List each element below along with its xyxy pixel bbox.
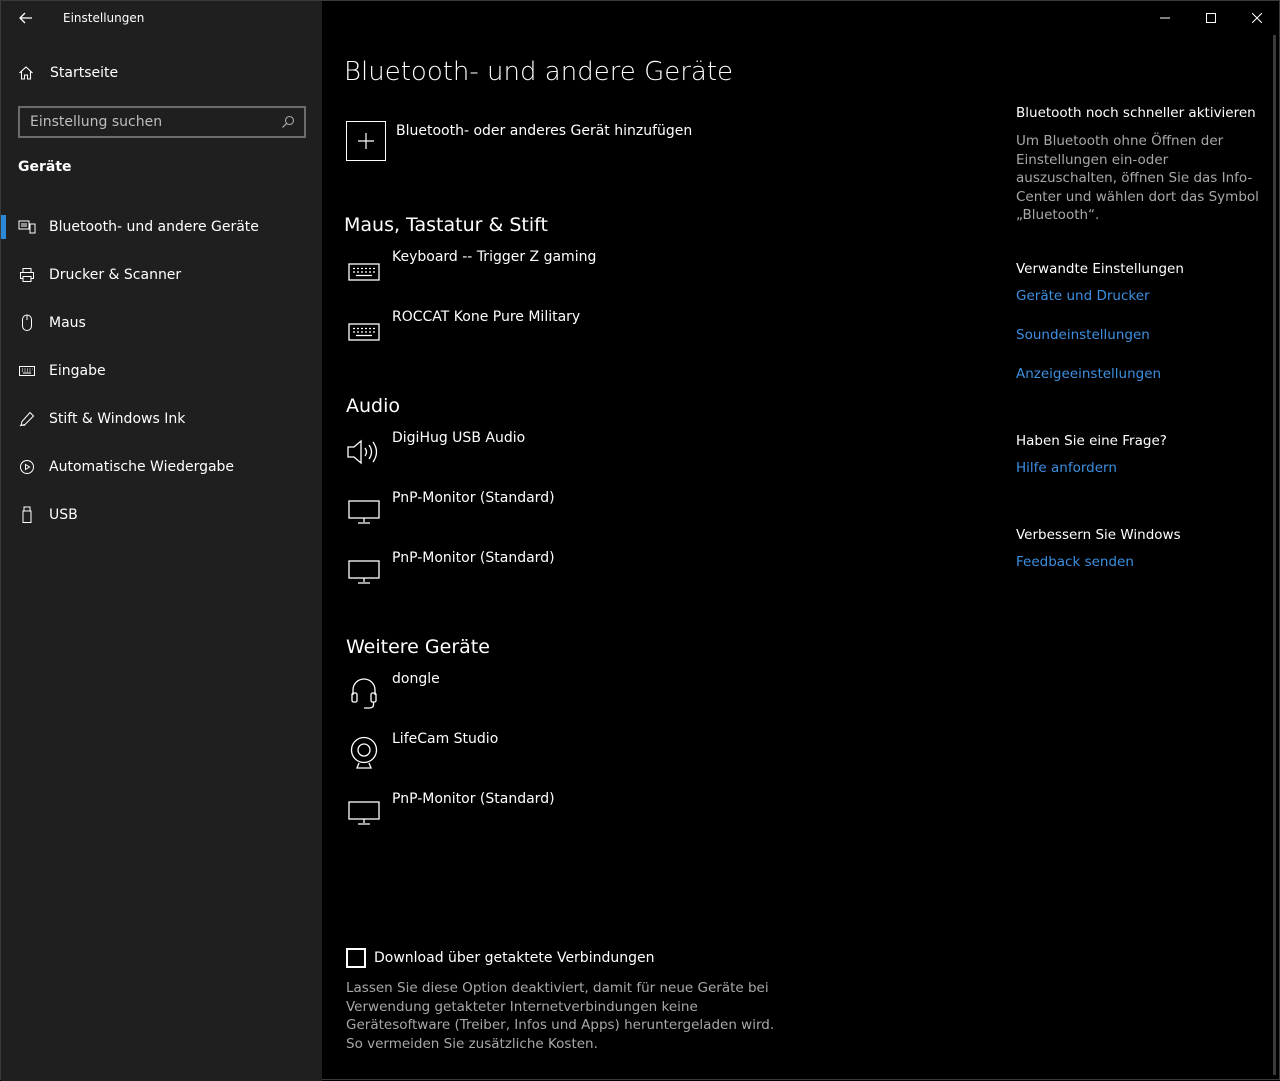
- device-name: LifeCam Studio: [392, 731, 499, 747]
- sidebar-item-label: Maus: [49, 315, 86, 331]
- sidebar-item-input[interactable]: Eingabe: [1, 347, 322, 395]
- monitor-icon: [346, 490, 382, 534]
- send-feedback-link[interactable]: Feedback senden: [1016, 554, 1134, 570]
- printer-icon: [18, 265, 36, 285]
- usb-icon: [18, 505, 36, 525]
- page-title: Bluetooth- und andere Geräte: [344, 57, 734, 87]
- device-item[interactable]: PnP-Monitor (Standard): [346, 791, 806, 835]
- sound-settings-link[interactable]: Soundeinstellungen: [1016, 327, 1150, 343]
- search-icon[interactable]: [276, 115, 300, 129]
- device-name: PnP-Monitor (Standard): [392, 550, 555, 566]
- sidebar-nav: Bluetooth- und andere Geräte Drucker & S…: [1, 203, 322, 539]
- maximize-icon: [1206, 13, 1216, 23]
- device-name: dongle: [392, 671, 440, 687]
- sidebar-item-label: Automatische Wiedergabe: [49, 459, 235, 475]
- sidebar-item-pen[interactable]: Stift & Windows Ink: [1, 395, 322, 443]
- sidebar-item-printers[interactable]: Drucker & Scanner: [1, 251, 322, 299]
- home-icon: [18, 65, 36, 81]
- close-icon: [1252, 13, 1262, 23]
- search-input[interactable]: [20, 113, 276, 131]
- add-device-button[interactable]: [346, 121, 386, 161]
- quick-bluetooth-heading: Bluetooth noch schneller aktivieren: [1016, 105, 1256, 121]
- speaker-icon: [346, 430, 382, 474]
- device-item[interactable]: LifeCam Studio: [346, 731, 806, 775]
- sidebar: Einstellungen Startseite Geräte: [1, 1, 322, 1081]
- minimize-icon: [1160, 17, 1170, 19]
- device-name: PnP-Monitor (Standard): [392, 791, 555, 807]
- device-item[interactable]: dongle: [346, 671, 806, 715]
- headset-icon: [346, 671, 382, 715]
- devices-printers-link[interactable]: Geräte und Drucker: [1016, 288, 1150, 304]
- sidebar-item-mouse[interactable]: Maus: [1, 299, 322, 347]
- keyboard-icon: [346, 249, 382, 293]
- device-name: ROCCAT Kone Pure Military: [392, 309, 581, 325]
- device-name: PnP-Monitor (Standard): [392, 490, 555, 506]
- back-arrow-icon: [19, 12, 32, 24]
- autoplay-icon: [18, 457, 36, 477]
- quick-bluetooth-text: Um Bluetooth ohne Öffnen der Einstellung…: [1016, 133, 1259, 223]
- metered-download-checkbox[interactable]: [346, 948, 366, 968]
- device-name: Keyboard -- Trigger Z gaming: [392, 249, 597, 265]
- webcam-icon: [346, 731, 382, 775]
- device-item[interactable]: ROCCAT Kone Pure Military: [346, 309, 806, 353]
- scrollbar[interactable]: [1273, 35, 1276, 1075]
- sidebar-item-label: Stift & Windows Ink: [49, 411, 186, 427]
- add-device-label[interactable]: Bluetooth- oder anderes Gerät hinzufügen: [396, 123, 692, 139]
- device-item[interactable]: PnP-Monitor (Standard): [346, 490, 806, 534]
- device-item[interactable]: DigiHug USB Audio: [346, 430, 806, 474]
- settings-window: Einstellungen Startseite Geräte: [0, 0, 1280, 1081]
- maximize-button[interactable]: [1188, 1, 1234, 35]
- sidebar-section-title: Geräte: [18, 159, 72, 175]
- keyboard-icon: [18, 361, 36, 381]
- sidebar-item-label: Drucker & Scanner: [49, 267, 182, 283]
- home-label: Startseite: [50, 65, 119, 81]
- minimize-button[interactable]: [1142, 1, 1188, 35]
- display-settings-link[interactable]: Anzeigeeinstellungen: [1016, 366, 1161, 382]
- question-heading: Haben Sie eine Frage?: [1016, 433, 1167, 449]
- sidebar-item-label: Eingabe: [49, 363, 106, 379]
- improve-windows-heading: Verbessern Sie Windows: [1016, 527, 1181, 543]
- keyboard-icon: [346, 309, 382, 353]
- home-link[interactable]: Startseite: [18, 65, 118, 81]
- pen-icon: [18, 409, 36, 429]
- metered-download-option[interactable]: Download über getaktete Verbindungen: [346, 948, 654, 968]
- sidebar-item-autoplay[interactable]: Automatische Wiedergabe: [1, 443, 322, 491]
- sidebar-item-label: USB: [49, 507, 78, 523]
- bluetooth-devices-icon: [18, 217, 36, 237]
- monitor-icon: [346, 550, 382, 594]
- metered-download-label[interactable]: Download über getaktete Verbindungen: [374, 950, 654, 966]
- group-title-other-devices: Weitere Geräte: [346, 636, 490, 658]
- sidebar-item-label: Bluetooth- und andere Geräte: [49, 219, 259, 235]
- search-box[interactable]: [18, 106, 306, 138]
- sidebar-item-usb[interactable]: USB: [1, 491, 322, 539]
- metered-download-description: Lassen Sie diese Option deaktiviert, dam…: [346, 980, 775, 1052]
- related-settings-heading: Verwandte Einstellungen: [1016, 261, 1184, 277]
- back-button[interactable]: [13, 7, 39, 29]
- device-name: DigiHug USB Audio: [392, 430, 526, 446]
- device-item[interactable]: PnP-Monitor (Standard): [346, 550, 806, 594]
- monitor-icon: [346, 791, 382, 835]
- device-item[interactable]: Keyboard -- Trigger Z gaming: [346, 249, 806, 293]
- group-title-input-devices: Maus, Tastatur & Stift: [344, 214, 548, 236]
- sidebar-item-bluetooth[interactable]: Bluetooth- und andere Geräte: [1, 203, 322, 251]
- plus-icon: [358, 133, 374, 149]
- get-help-link[interactable]: Hilfe anfordern: [1016, 460, 1117, 476]
- close-button[interactable]: [1234, 1, 1280, 35]
- mouse-icon: [18, 313, 36, 333]
- group-title-audio: Audio: [346, 395, 401, 417]
- app-title: Einstellungen: [63, 11, 145, 25]
